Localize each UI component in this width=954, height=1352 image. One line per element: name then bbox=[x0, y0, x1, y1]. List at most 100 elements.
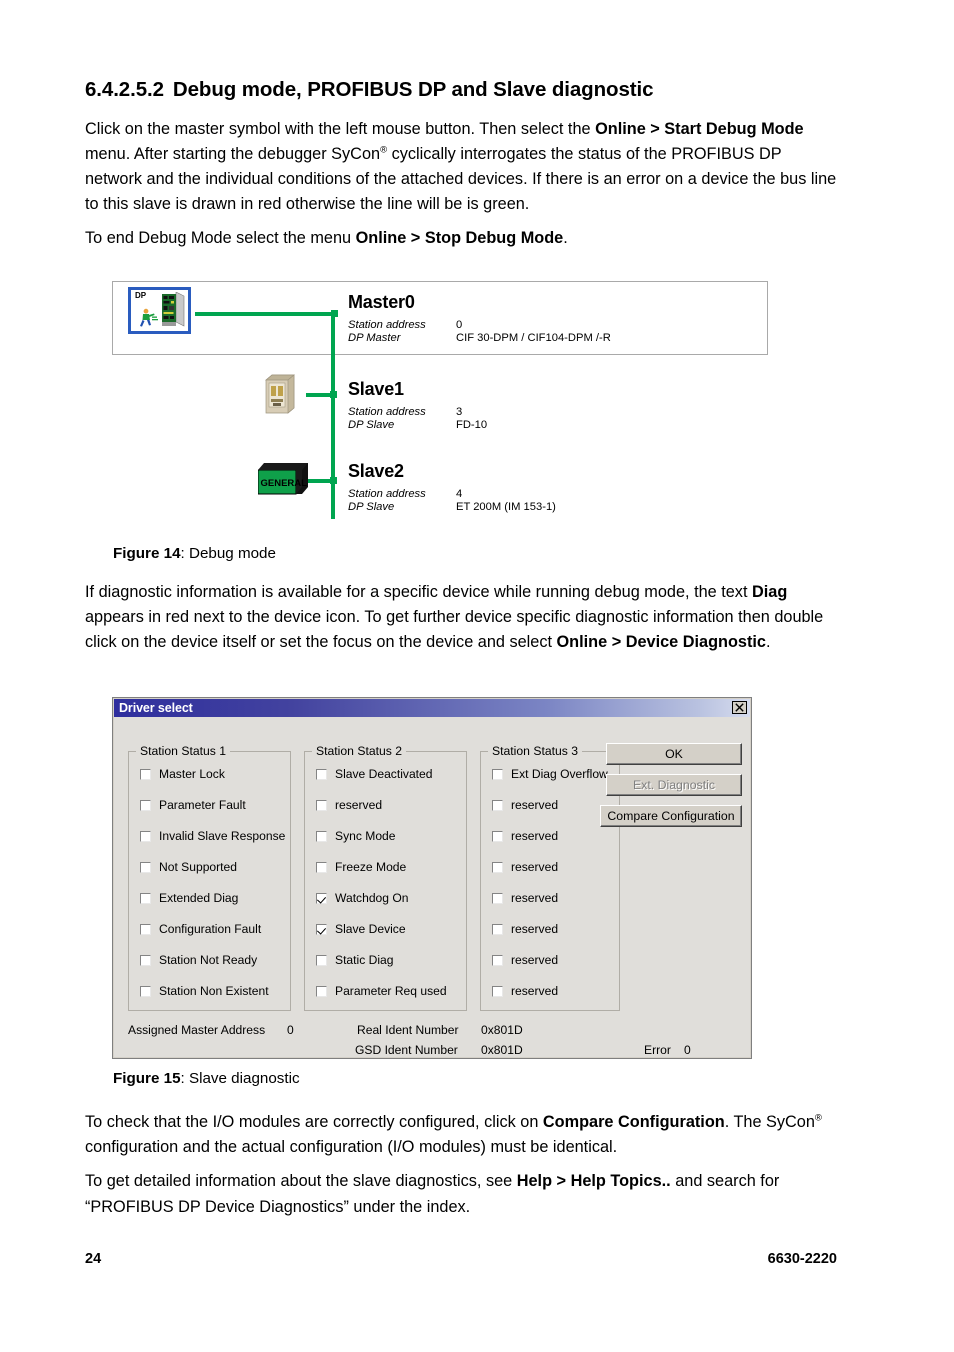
checkbox-icon bbox=[492, 861, 503, 873]
checkbox-extended-diag[interactable]: Extended Diag bbox=[140, 891, 238, 905]
prop-value: 3 bbox=[456, 406, 463, 418]
checkbox-icon bbox=[316, 954, 327, 966]
checkbox-reserved-2-1[interactable]: reserved bbox=[316, 798, 382, 812]
checkbox-icon bbox=[316, 830, 327, 842]
compare-configuration-button[interactable]: Compare Configuration bbox=[600, 805, 742, 827]
checkbox-reserved-3-6[interactable]: reserved bbox=[492, 953, 558, 967]
text-content-middle: If diagnostic information is available f… bbox=[85, 580, 837, 665]
table-row: Station address 4 bbox=[348, 488, 556, 501]
checkbox-sync-mode[interactable]: Sync Mode bbox=[316, 829, 396, 843]
prop-key: DP Slave bbox=[348, 501, 395, 513]
pc-card-icon bbox=[162, 292, 185, 327]
checkbox-icon bbox=[140, 923, 151, 935]
checkbox-master-lock[interactable]: Master Lock bbox=[140, 767, 225, 781]
group-station-status-3: Station Status 3 Ext Diag Overflow reser… bbox=[480, 744, 620, 1011]
checkbox-icon bbox=[140, 892, 151, 904]
p4-text-c: . The SyCon bbox=[724, 1113, 815, 1131]
checkbox-label: Configuration Fault bbox=[159, 922, 262, 936]
checkbox-reserved-3-1[interactable]: reserved bbox=[492, 798, 558, 812]
checkbox-slave-device[interactable]: Slave Device bbox=[316, 922, 406, 936]
checkbox-label: Not Supported bbox=[159, 860, 237, 874]
p2-text-a: To end Debug Mode select the menu bbox=[85, 229, 356, 248]
p5-bold-help-topics: Help > Help Topics.. bbox=[516, 1172, 671, 1191]
checkbox-label: Slave Deactivated bbox=[335, 767, 433, 781]
paragraph-3: If diagnostic information is available f… bbox=[85, 580, 837, 656]
section-number: 6.4.2.5.2 bbox=[85, 78, 164, 101]
slave2-device-icon[interactable]: GENERAL bbox=[257, 463, 308, 497]
checkbox-reserved-3-5[interactable]: reserved bbox=[492, 922, 558, 936]
p3-text-a: If diagnostic information is available f… bbox=[85, 583, 752, 601]
master-name: Master0 bbox=[348, 292, 415, 312]
checkbox-watchdog-on[interactable]: Watchdog On bbox=[316, 891, 409, 905]
slave1-properties-table: Station address 3 DP Slave FD-10 bbox=[348, 406, 487, 432]
ext-diagnostic-button[interactable]: Ext. Diagnostic bbox=[606, 774, 742, 796]
checkbox-configuration-fault[interactable]: Configuration Fault bbox=[140, 922, 261, 936]
driver-select-dialog: Driver select Station Status 1 Master Lo… bbox=[112, 697, 752, 1059]
slave1-device-icon[interactable] bbox=[262, 374, 298, 416]
checkbox-invalid-slave-response[interactable]: Invalid Slave Response bbox=[140, 829, 285, 843]
prop-key: Station address bbox=[348, 319, 426, 331]
checkbox-station-non-existent[interactable]: Station Non Existent bbox=[140, 984, 269, 998]
checkbox-label: reserved bbox=[335, 798, 383, 812]
slave2-properties-table: Station address 4 DP Slave ET 200M (IM 1… bbox=[348, 488, 556, 514]
registered-mark-icon: ® bbox=[814, 1112, 822, 1124]
section-title: Debug mode, PROFIBUS DP and Slave diagno… bbox=[172, 78, 654, 101]
p5-text-a: To get detailed information about the sl… bbox=[85, 1172, 517, 1191]
checkbox-parameter-req-used[interactable]: Parameter Req used bbox=[316, 984, 447, 998]
prop-key: DP Master bbox=[348, 332, 401, 344]
group-1-legend: Station Status 1 bbox=[136, 744, 231, 758]
checkbox-label: reserved bbox=[511, 891, 559, 905]
page-number: 24 bbox=[85, 1251, 102, 1267]
checkbox-icon bbox=[492, 985, 503, 997]
checkbox-icon bbox=[316, 861, 327, 873]
checkbox-freeze-mode[interactable]: Freeze Mode bbox=[316, 860, 406, 874]
checkbox-ext-diag-overflow[interactable]: Ext Diag Overflow bbox=[492, 767, 608, 781]
p1-text-c: menu. After starting the debugger SyCon bbox=[85, 144, 381, 163]
group-2-legend: Station Status 2 bbox=[312, 744, 407, 758]
running-person-icon bbox=[140, 308, 158, 327]
figure-14-caption-text: : Debug mode bbox=[180, 545, 276, 562]
checkbox-label: Freeze Mode bbox=[335, 860, 407, 874]
dialog-titlebar[interactable]: Driver select bbox=[114, 699, 750, 717]
checkbox-static-diag[interactable]: Static Diag bbox=[316, 953, 393, 967]
p4-bold-compare-configuration: Compare Configuration bbox=[542, 1113, 725, 1131]
close-x-glyph bbox=[735, 703, 744, 712]
slave1-info-block: Slave1 Station address 3 DP Slave FD-10 bbox=[348, 379, 487, 432]
checkbox-reserved-3-2[interactable]: reserved bbox=[492, 829, 558, 843]
checkbox-icon bbox=[492, 799, 503, 811]
figure-14-debug-mode-diagram: DP Master0 Station address 0 DP Master C… bbox=[112, 281, 772, 536]
prop-key: Station address bbox=[348, 488, 426, 500]
table-row: Station address 3 bbox=[348, 406, 487, 419]
checkbox-icon bbox=[140, 768, 151, 780]
page-footer: 24 6630-2220 bbox=[85, 1251, 837, 1267]
ok-button[interactable]: OK bbox=[606, 743, 742, 765]
checkbox-slave-deactivated[interactable]: Slave Deactivated bbox=[316, 767, 432, 781]
checkbox-parameter-fault[interactable]: Parameter Fault bbox=[140, 798, 246, 812]
bus-node-slave2 bbox=[330, 477, 337, 484]
checkbox-label: Parameter Fault bbox=[159, 798, 246, 812]
p2-bold-online-stop: Online > Stop Debug Mode bbox=[355, 229, 564, 248]
checkbox-reserved-3-3[interactable]: reserved bbox=[492, 860, 558, 874]
checkbox-reserved-3-4[interactable]: reserved bbox=[492, 891, 558, 905]
master-device-icon[interactable]: DP bbox=[128, 287, 191, 334]
checkbox-label: Station Non Existent bbox=[159, 984, 269, 998]
checkbox-icon bbox=[140, 799, 151, 811]
real-ident-number-label: Real Ident Number bbox=[357, 1023, 459, 1037]
checkbox-icon bbox=[316, 892, 327, 904]
close-icon[interactable] bbox=[732, 701, 747, 714]
page-title: 6.4.2.5.2 Debug mode, PROFIBUS DP and Sla… bbox=[85, 78, 837, 103]
checkbox-label: Sync Mode bbox=[335, 829, 396, 843]
bus-node-slave1 bbox=[330, 391, 337, 398]
checkbox-not-supported[interactable]: Not Supported bbox=[140, 860, 237, 874]
assigned-master-address-label: Assigned Master Address bbox=[128, 1023, 266, 1037]
error-value: 0 bbox=[684, 1043, 691, 1057]
general-module-icon: GENERAL bbox=[257, 463, 308, 495]
checkbox-icon bbox=[140, 954, 151, 966]
checkbox-label: reserved bbox=[511, 922, 559, 936]
checkbox-label: Parameter Req used bbox=[335, 984, 447, 998]
prop-value: 4 bbox=[456, 488, 463, 500]
checkbox-reserved-3-7[interactable]: reserved bbox=[492, 984, 558, 998]
group-3-legend: Station Status 3 bbox=[488, 744, 583, 758]
checkbox-station-not-ready[interactable]: Station Not Ready bbox=[140, 953, 257, 967]
gsd-ident-number-value: 0x801D bbox=[481, 1043, 523, 1057]
